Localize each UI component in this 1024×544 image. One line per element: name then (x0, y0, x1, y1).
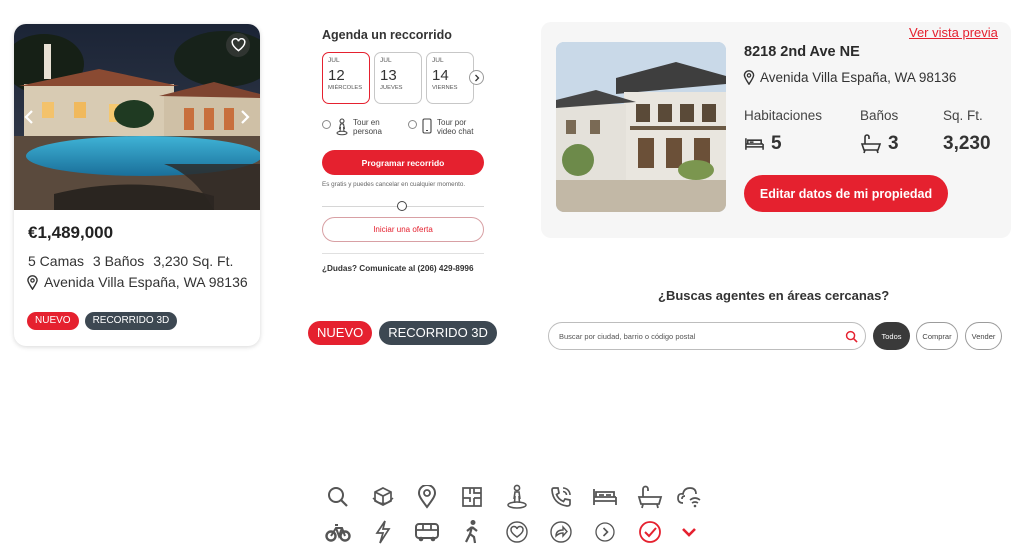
filter-chip-buy[interactable]: Comprar (916, 322, 958, 350)
day-weekday: MIÉRCOLES (328, 85, 363, 91)
listing-photo[interactable] (14, 24, 260, 210)
divider-dot (397, 201, 407, 211)
lightning-icon (370, 519, 396, 544)
bathtub-icon (860, 134, 882, 154)
property-photo (556, 42, 726, 212)
listing-facts: 5 Camas 3 Baños 3,230 Sq. Ft. (28, 253, 238, 269)
walking-icon (459, 519, 485, 544)
tour-in-person-option[interactable]: Tour en persona (322, 118, 391, 136)
day-number: 12 (328, 67, 345, 84)
badge-3d-tour-large: RECORRIDO 3D (379, 321, 497, 345)
start-offer-button[interactable]: Iniciar una oferta (322, 217, 484, 242)
rooms-value: 5 (771, 133, 782, 154)
bed-icon (745, 138, 764, 150)
divider (322, 253, 484, 254)
day-month: JUL (328, 57, 340, 64)
property-address: 8218 2nd Ave NE (744, 44, 860, 60)
badges-large: NUEVO RECORRIDO 3D (308, 321, 497, 345)
badge-new: NUEVO (27, 312, 79, 330)
listing-sqft: 3,230 Sq. Ft. (153, 253, 234, 269)
tour-day-option[interactable]: JUL 13 JUEVES (374, 52, 422, 104)
baths-value: 3 (888, 133, 899, 154)
cloud-wifi-icon (676, 484, 702, 510)
share-circle-icon (548, 519, 574, 544)
tour-days-next-button[interactable] (469, 70, 484, 85)
radio-button[interactable] (408, 120, 417, 129)
heart-icon (230, 38, 246, 52)
photo-prev-button[interactable] (20, 106, 38, 128)
tour-day-option[interactable]: JUL 14 VIERNES (426, 52, 474, 104)
sqft-stat: Sq. Ft. 3,230 (943, 108, 991, 155)
check-circle-icon (637, 519, 663, 544)
rooms-stat: Habitaciones 5 (744, 108, 822, 155)
search-placeholder: Buscar por ciudad, barrio o código posta… (559, 332, 696, 341)
rooms-label: Habitaciones (744, 108, 823, 123)
sqft-value: 3,230 (943, 133, 991, 154)
badge-3d-tour: RECORRIDO 3D (84, 312, 178, 330)
day-number: 13 (380, 67, 397, 84)
listing-price: €1,489,000 (28, 223, 114, 242)
property-city: Avenida Villa España, WA 98136 (743, 70, 956, 85)
chevron-left-icon (24, 110, 33, 124)
tour-scheduler: Agenda un reccorrido JUL 12 MIÉRCOLES JU… (316, 20, 492, 282)
listing-address: Avenida Villa España, WA 98136 (26, 274, 248, 290)
search-icon[interactable] (845, 330, 858, 343)
bathtub-icon (637, 484, 663, 510)
schedule-tour-button[interactable]: Programar recorrido (322, 150, 484, 175)
person-pin-icon (336, 118, 348, 136)
cube-icon (370, 484, 396, 510)
floor-plan-icon (459, 484, 485, 510)
bus-icon (414, 519, 440, 544)
day-month: JUL (432, 57, 444, 64)
photo-next-button[interactable] (236, 106, 254, 128)
tour-day-picker: JUL 12 MIÉRCOLES JUL 13 JUEVES JUL 14 VI… (322, 52, 474, 104)
filter-chip-sell[interactable]: Vender (965, 322, 1002, 350)
free-cancel-note: Es gratis y puedes cancelar en cualquier… (322, 181, 466, 188)
location-pin-icon (414, 484, 440, 510)
baths-stat: Baños 3 (860, 108, 899, 155)
listing-address-text: Avenida Villa España, WA 98136 (44, 274, 248, 290)
badge-new-large: NUEVO (308, 321, 373, 345)
chevron-down-icon (676, 519, 702, 544)
location-pin-icon (27, 274, 38, 290)
day-weekday: VIERNES (432, 85, 458, 91)
listing-baths: 3 Baños (92, 253, 145, 269)
bicycle-icon (325, 519, 351, 544)
sqft-label: Sq. Ft. (943, 108, 983, 123)
phone-ringing-icon (548, 484, 574, 510)
chevron-right-icon (241, 110, 250, 124)
heart-circle-icon (504, 519, 530, 544)
day-month: JUL (380, 57, 392, 64)
favorite-button[interactable] (226, 33, 250, 57)
tour-in-person-label: Tour en persona (353, 118, 382, 136)
tour-video-option[interactable]: Tour por video chat (408, 118, 475, 136)
contact-phone-text: ¿Dudas? Comunicate al (206) 429-8996 (322, 264, 474, 273)
agents-search-title: ¿Buscas agentes en áreas cercanas? (658, 288, 890, 303)
person-pin-icon (504, 484, 530, 510)
tour-title: Agenda un reccorrido (322, 28, 452, 42)
listing-badges: NUEVO RECORRIDO 3D (27, 312, 178, 330)
bed-icon (592, 484, 618, 510)
property-city-text: Avenida Villa España, WA 98136 (760, 70, 957, 85)
location-pin-icon (743, 70, 755, 85)
preview-link[interactable]: Ver vista previa (909, 25, 998, 40)
day-weekday: JUEVES (380, 85, 403, 91)
baths-label: Baños (860, 108, 899, 123)
agent-search-input[interactable]: Buscar por ciudad, barrio o código posta… (548, 322, 866, 350)
search-icon (325, 484, 351, 510)
listing-card[interactable]: €1,489,000 5 Camas 3 Baños 3,230 Sq. Ft.… (14, 24, 260, 346)
day-number: 14 (432, 67, 449, 84)
smartphone-icon (422, 118, 432, 134)
radio-button[interactable] (322, 120, 331, 129)
chevron-right-circle-icon (592, 519, 618, 544)
listing-beds: 5 Camas (28, 253, 85, 269)
tour-video-label: Tour por video chat (437, 118, 474, 136)
filter-chip-all[interactable]: Todos (873, 322, 910, 350)
edit-property-button[interactable]: Editar datos de mi propiedad (744, 175, 948, 212)
tour-day-option[interactable]: JUL 12 MIÉRCOLES (322, 52, 370, 104)
chevron-right-icon (474, 74, 479, 81)
